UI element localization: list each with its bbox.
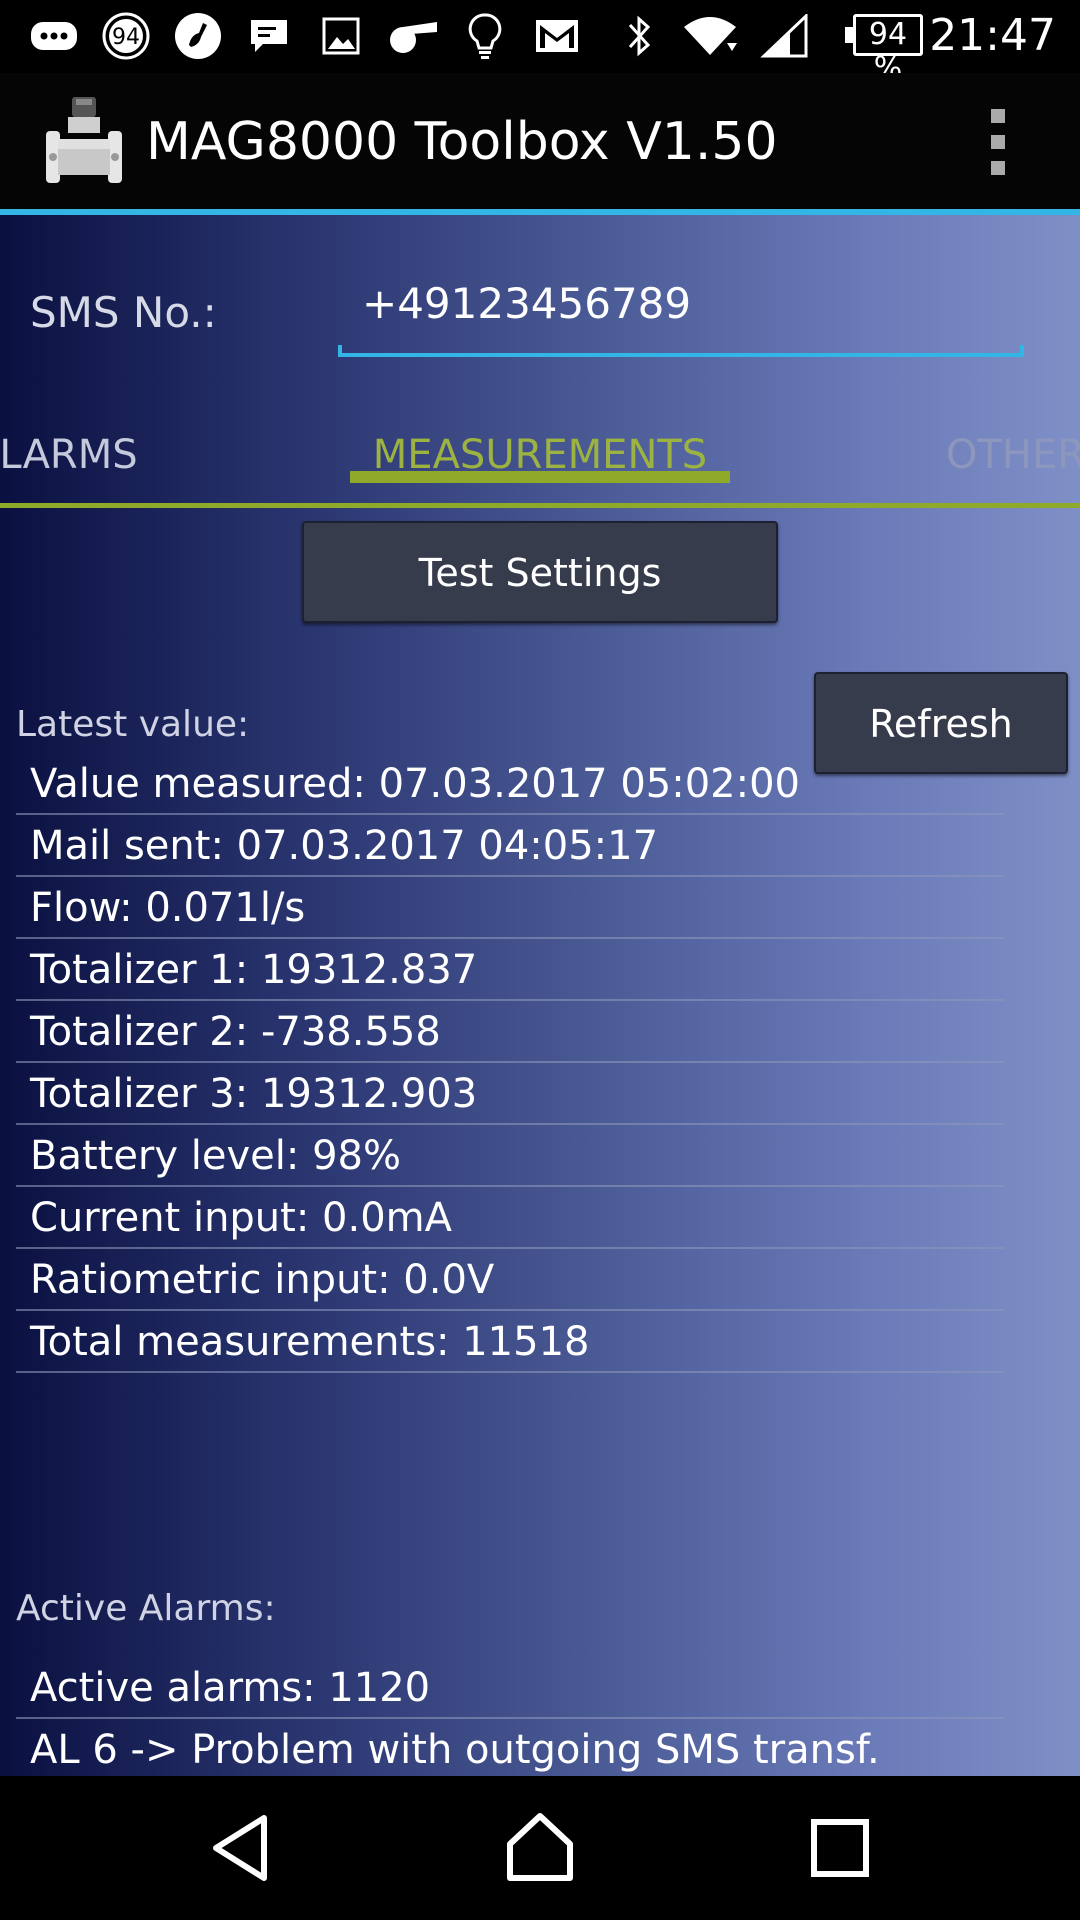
- active-tab-indicator: [350, 471, 730, 483]
- list-item-total-measurements: Total measurements: 11518: [16, 1311, 1004, 1373]
- tab-strip: ALARMS MEASUREMENTS OTHER: [0, 405, 1080, 505]
- gmail-icon: [532, 12, 582, 60]
- app-title: MAG8000 Toolbox V1.50: [146, 112, 778, 172]
- list-item-totalizer-2: Totalizer 2: -738.558: [16, 1001, 1004, 1063]
- message-icon: [246, 12, 292, 60]
- test-settings-button[interactable]: Test Settings: [302, 521, 778, 623]
- back-icon[interactable]: [202, 1808, 282, 1888]
- list-item-totalizer-3: Totalizer 3: 19312.903: [16, 1063, 1004, 1125]
- wifi-icon: [680, 12, 740, 60]
- battery-nub: [845, 27, 853, 43]
- svg-text:94: 94: [112, 25, 140, 50]
- active-alarms-label: Active Alarms:: [16, 1588, 276, 1629]
- overflow-dot: [991, 135, 1005, 149]
- tab-measurements[interactable]: MEASUREMENTS: [350, 405, 730, 505]
- list-item-active-alarms-count: Active alarms: 1120: [16, 1657, 1004, 1719]
- list-item-totalizer-1: Totalizer 1: 19312.837: [16, 939, 1004, 1001]
- bluetooth-icon: [618, 12, 660, 60]
- whistle-icon: [386, 12, 442, 60]
- sms-input-underline: [338, 345, 1024, 357]
- status-bar: 94 94 % 21:47: [0, 0, 1080, 86]
- sms-number-label: SMS No.:: [30, 288, 217, 337]
- battery-indicator: 94 %: [845, 14, 925, 86]
- chat-icon: [26, 12, 82, 60]
- list-item-battery-level: Battery level: 98%: [16, 1125, 1004, 1187]
- music-app-icon: [172, 12, 224, 60]
- overflow-menu-button[interactable]: [978, 109, 1018, 175]
- active-alarms-list: Active alarms: 1120 AL 6 -> Problem with…: [16, 1657, 1004, 1776]
- latest-values-list: Value measured: 07.03.2017 05:02:00 Mail…: [16, 753, 1004, 1373]
- clock: 21:47: [929, 10, 1056, 61]
- overflow-dot: [991, 161, 1005, 175]
- list-item-ratiometric-input: Ratiometric input: 0.0V: [16, 1249, 1004, 1311]
- main-content: SMS No.: ALARMS MEASUREMENTS OTHER Test …: [0, 215, 1080, 1776]
- latest-value-label: Latest value:: [16, 704, 250, 745]
- image-icon: [318, 12, 364, 60]
- recent-apps-icon[interactable]: [800, 1808, 880, 1888]
- signal-icon: [758, 12, 810, 60]
- tab-other[interactable]: OTHER: [946, 405, 1080, 505]
- action-bar: MAG8000 Toolbox V1.50: [0, 73, 1080, 209]
- app-screen: 94 94 % 21:47 MAG8000 Toolbox V1.50 SMS …: [0, 0, 1080, 1920]
- home-icon[interactable]: [500, 1808, 580, 1888]
- list-item-alarm-6: AL 6 -> Problem with outgoing SMS transf…: [16, 1719, 1004, 1776]
- sms-number-input[interactable]: [338, 265, 1024, 341]
- list-item-value-measured: Value measured: 07.03.2017 05:02:00: [16, 753, 1004, 815]
- tab-alarms-label: ALARMS: [0, 432, 138, 478]
- flowmeter-logo-icon: [42, 95, 126, 187]
- list-item-flow: Flow: 0.071l/s: [16, 877, 1004, 939]
- list-item-mail-sent: Mail sent: 07.03.2017 04:05:17: [16, 815, 1004, 877]
- tab-alarms[interactable]: ALARMS: [0, 405, 200, 505]
- tab-other-label: OTHER: [946, 432, 1080, 478]
- tab-divider: [0, 503, 1080, 508]
- lightbulb-icon: [462, 12, 508, 60]
- notification-94-icon: 94: [100, 12, 152, 60]
- navigation-bar: [0, 1776, 1080, 1920]
- overflow-dot: [991, 109, 1005, 123]
- list-item-current-input: Current input: 0.0mA: [16, 1187, 1004, 1249]
